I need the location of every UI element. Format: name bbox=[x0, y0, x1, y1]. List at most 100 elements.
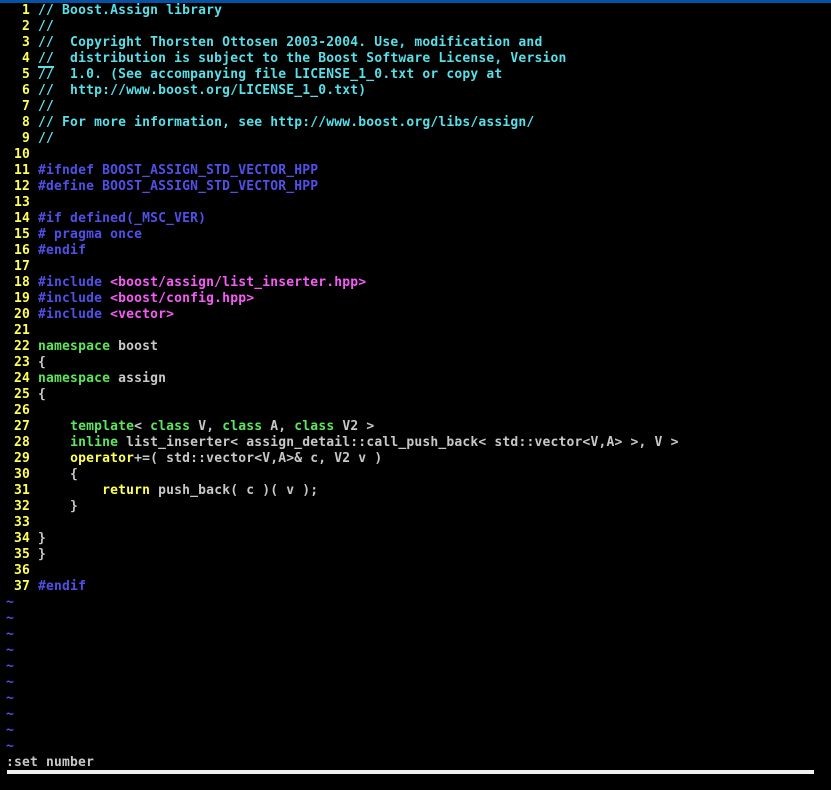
code-line: 7 // bbox=[6, 99, 831, 115]
code-line: 33 bbox=[6, 515, 831, 531]
line-number: 25 bbox=[6, 387, 39, 402]
code-line: 3 // Copyright Thorsten Ottosen 2003-200… bbox=[6, 35, 831, 51]
line-number: 36 bbox=[6, 563, 39, 578]
empty-line: ~ bbox=[6, 627, 831, 643]
line-number: 8 bbox=[6, 115, 39, 130]
code-segment: #if defined(_MSC_VER) bbox=[38, 211, 207, 226]
code-segment: // bbox=[38, 131, 55, 146]
code-segment: #include bbox=[38, 291, 111, 306]
line-number: 21 bbox=[6, 323, 39, 338]
code-segment: A, bbox=[262, 419, 295, 434]
code-line: 22 namespace boost bbox=[6, 339, 831, 355]
code-segment: namespace bbox=[38, 339, 111, 354]
code-segment: return bbox=[102, 483, 151, 498]
code-line: 26 bbox=[6, 403, 831, 419]
line-number: 2 bbox=[6, 19, 39, 34]
code-line: 31 return push_back( c )( v ); bbox=[6, 483, 831, 499]
empty-line: ~ bbox=[6, 595, 831, 611]
tilde-marker: ~ bbox=[6, 707, 15, 722]
line-number: 5 bbox=[6, 67, 39, 82]
tilde-marker: ~ bbox=[6, 723, 15, 738]
line-number: 18 bbox=[6, 275, 39, 290]
code-line: 34 } bbox=[6, 531, 831, 547]
code-line: 5 // 1.0. (See accompanying file LICENSE… bbox=[6, 67, 831, 83]
empty-line: ~ bbox=[6, 691, 831, 707]
code-segment: template bbox=[70, 419, 135, 434]
code-segment: // http://www.boost.org/LICENSE_1_0.txt) bbox=[38, 83, 367, 98]
empty-line: ~ bbox=[6, 675, 831, 691]
code-line: 10 bbox=[6, 147, 831, 163]
code-line: 23 { bbox=[6, 355, 831, 371]
code-line: 18 #include <boost/assign/list_inserter.… bbox=[6, 275, 831, 291]
code-line: 6 // http://www.boost.org/LICENSE_1_0.tx… bbox=[6, 83, 831, 99]
terminal-screen: { "colors": { "background": "#000000", "… bbox=[0, 0, 831, 790]
code-segment: // bbox=[38, 19, 55, 34]
line-number: 28 bbox=[6, 435, 39, 450]
empty-line: ~ bbox=[6, 611, 831, 627]
code-segment: { bbox=[38, 355, 47, 370]
code-segment: // Boost.Assign library bbox=[38, 3, 223, 18]
code-segment: list_inserter< assign_detail::call_push_… bbox=[118, 435, 679, 450]
line-number: 17 bbox=[6, 259, 39, 274]
code-segment: < bbox=[134, 419, 151, 434]
empty-line: ~ bbox=[6, 659, 831, 675]
code-line: 1 // Boost.Assign library bbox=[6, 3, 831, 19]
line-number: 9 bbox=[6, 131, 39, 146]
vim-editor[interactable]: 1 // Boost.Assign library 2 // 3 // Copy… bbox=[0, 3, 831, 771]
code-segment: <boost/config.hpp> bbox=[110, 291, 255, 306]
code-line: 15 # pragma once bbox=[6, 227, 831, 243]
code-line: 17 bbox=[6, 259, 831, 275]
code-segment: #endif bbox=[38, 243, 87, 258]
line-number: 6 bbox=[6, 83, 39, 98]
vim-command-line[interactable]: :set number bbox=[6, 755, 831, 771]
bottom-bar bbox=[7, 770, 814, 774]
code-segment: // bbox=[38, 99, 55, 114]
code-line: 8 // For more information, see http://ww… bbox=[6, 115, 831, 131]
line-number: 3 bbox=[6, 35, 39, 50]
code-segment: } bbox=[38, 547, 47, 562]
line-number: 19 bbox=[6, 291, 39, 306]
code-line: 4 // distribution is subject to the Boos… bbox=[6, 51, 831, 68]
line-number: 13 bbox=[6, 195, 39, 210]
code-segment: #ifndef BOOST_ASSIGN_STD_VECTOR_HPP bbox=[38, 163, 319, 178]
code-line: 36 bbox=[6, 563, 831, 579]
code-segment: <vector> bbox=[110, 307, 175, 322]
code-segment: V2 > bbox=[334, 419, 375, 434]
code-line: 32 } bbox=[6, 499, 831, 515]
code-segment: { bbox=[38, 387, 47, 402]
code-segment: +=( std::vector<V,A>& c, V2 v ) bbox=[134, 451, 383, 466]
code-segment: #include bbox=[38, 275, 111, 290]
line-number: 26 bbox=[6, 403, 39, 418]
line-number: 14 bbox=[6, 211, 39, 226]
code-line: 13 bbox=[6, 195, 831, 211]
tilde-marker: ~ bbox=[6, 643, 15, 658]
code-segment: } bbox=[38, 499, 79, 514]
code-line: 20 #include <vector> bbox=[6, 307, 831, 323]
code-line: 11 #ifndef BOOST_ASSIGN_STD_VECTOR_HPP bbox=[6, 163, 831, 179]
tilde-marker: ~ bbox=[6, 659, 15, 674]
code-line: 19 #include <boost/config.hpp> bbox=[6, 291, 831, 307]
tilde-marker: ~ bbox=[6, 627, 15, 642]
code-area: 1 // Boost.Assign library 2 // 3 // Copy… bbox=[6, 3, 831, 595]
line-number: 22 bbox=[6, 339, 39, 354]
code-segment: assign bbox=[110, 371, 167, 386]
line-number: 29 bbox=[6, 451, 39, 466]
line-number: 35 bbox=[6, 547, 39, 562]
line-number: 15 bbox=[6, 227, 39, 242]
code-segment: namespace bbox=[38, 371, 111, 386]
tilde-marker: ~ bbox=[6, 739, 15, 754]
line-number: 7 bbox=[6, 99, 39, 114]
code-line: 35 } bbox=[6, 547, 831, 563]
line-number: 27 bbox=[6, 419, 39, 434]
code-line: 21 bbox=[6, 323, 831, 339]
code-segment: inline bbox=[70, 435, 119, 450]
line-number: 16 bbox=[6, 243, 39, 258]
line-number: 4 bbox=[6, 51, 39, 66]
empty-buffer-lines: ~ ~ ~ ~ ~ ~ ~ ~ ~ ~ bbox=[6, 595, 831, 755]
line-number: 1 bbox=[6, 3, 39, 18]
code-segment: } bbox=[38, 531, 47, 546]
